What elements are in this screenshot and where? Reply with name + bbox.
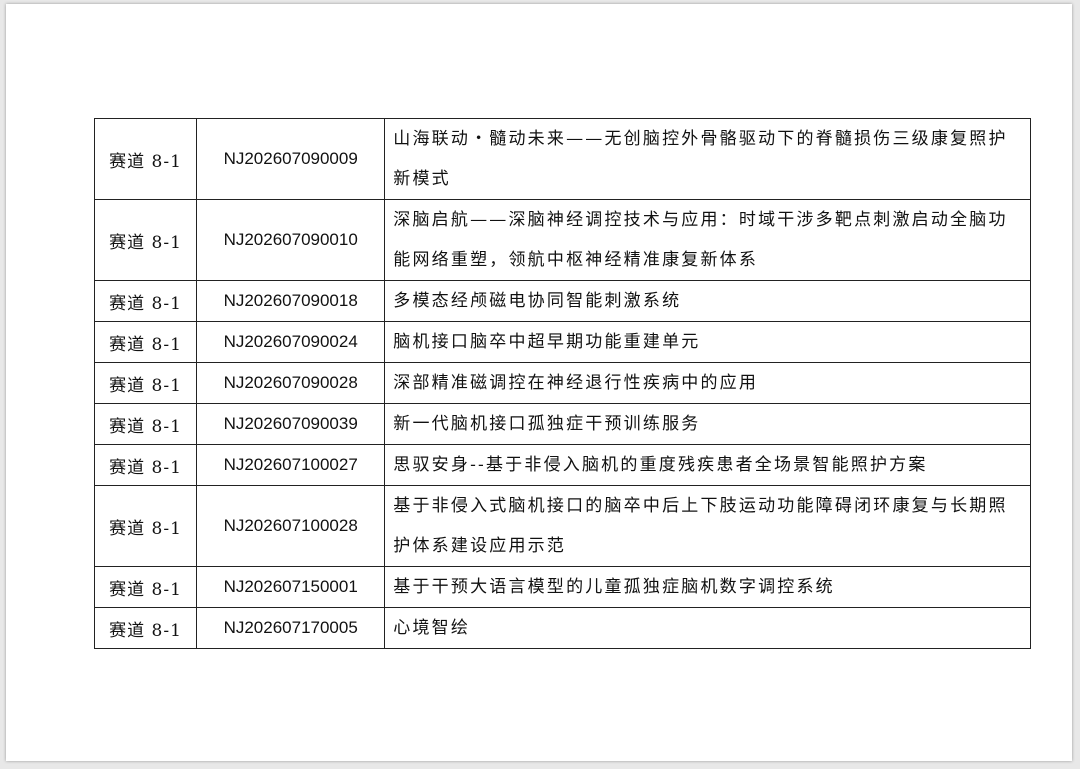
track-cell: 赛道 8-1 bbox=[93, 199, 198, 281]
project-title-cell: 思驭安身--基于非侵入脑机的重度残疾患者全场景智能照护方案 bbox=[384, 444, 1031, 486]
track-cell: 赛道 8-1 bbox=[93, 280, 198, 322]
project-table: 赛道 8-1 NJ202607090009 山海联动・髓动未来——无创脑控外骨骼… bbox=[93, 118, 1031, 649]
table-row: 赛道 8-1 NJ202607090010 深脑启航——深脑神经调控技术与应用：… bbox=[93, 199, 1031, 281]
project-title-cell: 多模态经颅磁电协同智能刺激系统 bbox=[384, 280, 1031, 322]
project-title-cell: 新一代脑机接口孤独症干预训练服务 bbox=[384, 403, 1031, 445]
project-title-cell: 深脑启航——深脑神经调控技术与应用：时域干涉多靶点刺激启动全脑功能网络重塑，领航… bbox=[384, 199, 1031, 281]
project-code-cell: NJ202607090018 bbox=[196, 280, 386, 322]
table-row: 赛道 8-1 NJ202607090039 新一代脑机接口孤独症干预训练服务 bbox=[93, 403, 1031, 445]
project-title-cell: 脑机接口脑卒中超早期功能重建单元 bbox=[384, 321, 1031, 363]
track-cell: 赛道 8-1 bbox=[93, 566, 198, 608]
table-row: 赛道 8-1 NJ202607090009 山海联动・髓动未来——无创脑控外骨骼… bbox=[93, 118, 1031, 200]
project-title-cell: 基于非侵入式脑机接口的脑卒中后上下肢运动功能障碍闭环康复与长期照护体系建设应用示… bbox=[384, 485, 1031, 567]
project-title-cell: 深部精准磁调控在神经退行性疾病中的应用 bbox=[384, 362, 1031, 404]
track-cell: 赛道 8-1 bbox=[93, 485, 198, 567]
project-code-cell: NJ202607090039 bbox=[196, 403, 386, 445]
table-row: 赛道 8-1 NJ202607170005 心境智绘 bbox=[93, 607, 1031, 649]
project-title-cell: 心境智绘 bbox=[384, 607, 1031, 649]
track-cell: 赛道 8-1 bbox=[93, 444, 198, 486]
project-code-cell: NJ202607090024 bbox=[196, 321, 386, 363]
project-code-cell: NJ202607090009 bbox=[196, 118, 386, 200]
track-cell: 赛道 8-1 bbox=[93, 321, 198, 363]
track-cell: 赛道 8-1 bbox=[93, 118, 198, 200]
track-cell: 赛道 8-1 bbox=[93, 607, 198, 649]
project-code-cell: NJ202607150001 bbox=[196, 566, 386, 608]
project-title-cell: 基于干预大语言模型的儿童孤独症脑机数字调控系统 bbox=[384, 566, 1031, 608]
track-cell: 赛道 8-1 bbox=[93, 362, 198, 404]
track-cell: 赛道 8-1 bbox=[93, 403, 198, 445]
table-row: 赛道 8-1 NJ202607090024 脑机接口脑卒中超早期功能重建单元 bbox=[93, 321, 1031, 363]
table-row: 赛道 8-1 NJ202607150001 基于干预大语言模型的儿童孤独症脑机数… bbox=[93, 566, 1031, 608]
table-row: 赛道 8-1 NJ202607090028 深部精准磁调控在神经退行性疾病中的应… bbox=[93, 362, 1031, 404]
project-code-cell: NJ202607090010 bbox=[196, 199, 386, 281]
project-code-cell: NJ202607100027 bbox=[196, 444, 386, 486]
project-code-cell: NJ202607100028 bbox=[196, 485, 386, 567]
table-row: 赛道 8-1 NJ202607100027 思驭安身--基于非侵入脑机的重度残疾… bbox=[93, 444, 1031, 486]
document-page: 赛道 8-1 NJ202607090009 山海联动・髓动未来——无创脑控外骨骼… bbox=[6, 4, 1072, 761]
project-code-cell: NJ202607090028 bbox=[196, 362, 386, 404]
project-title-cell: 山海联动・髓动未来——无创脑控外骨骼驱动下的脊髓损伤三级康复照护新模式 bbox=[384, 118, 1031, 200]
project-code-cell: NJ202607170005 bbox=[196, 607, 386, 649]
table-row: 赛道 8-1 NJ202607090018 多模态经颅磁电协同智能刺激系统 bbox=[93, 280, 1031, 322]
table-row: 赛道 8-1 NJ202607100028 基于非侵入式脑机接口的脑卒中后上下肢… bbox=[93, 485, 1031, 567]
